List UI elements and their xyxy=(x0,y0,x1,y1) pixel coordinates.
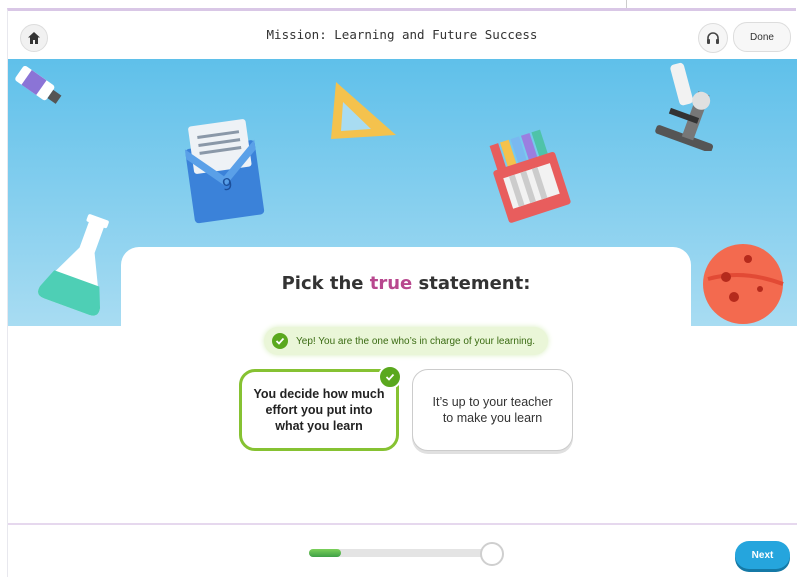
question-text: Pick the true statement: xyxy=(121,273,691,294)
question-card: Pick the true statement: xyxy=(121,247,691,337)
answer-option-text: It’s up to your teacher to make you lear… xyxy=(432,395,553,425)
answer-option-incorrect[interactable]: It’s up to your teacher to make you lear… xyxy=(412,369,573,451)
question-prefix: Pick the xyxy=(281,273,370,294)
crayon-box-illustration xyxy=(489,129,571,223)
envelope-letter-illustration: 9 xyxy=(184,119,265,224)
planet-illustration xyxy=(703,244,784,324)
content-area xyxy=(8,326,797,523)
progress-bar xyxy=(309,549,499,557)
feedback-banner: Yep! You are the one who’s in charge of … xyxy=(264,327,548,355)
selected-check-icon xyxy=(378,365,402,389)
question-suffix: statement: xyxy=(412,273,531,294)
check-icon xyxy=(272,333,288,349)
question-highlight: true xyxy=(369,273,413,294)
page-title: Mission: Learning and Future Success xyxy=(266,27,538,42)
headphones-icon xyxy=(707,32,719,44)
progress-end-marker xyxy=(480,542,504,566)
ruler-triangle-illustration xyxy=(331,82,396,139)
paint-tube-illustration xyxy=(15,66,62,104)
feedback-text: Yep! You are the one who’s in charge of … xyxy=(296,335,536,347)
answer-option-text: You decide how much effort you put into … xyxy=(253,387,385,433)
top-divider xyxy=(626,0,627,8)
header: Mission: Learning and Future Success Don… xyxy=(8,11,796,59)
lesson-frame: Mission: Learning and Future Success Don… xyxy=(7,8,797,577)
audio-button[interactable] xyxy=(698,23,728,53)
done-button[interactable]: Done xyxy=(733,22,791,52)
footer-divider xyxy=(8,523,797,525)
flask-illustration xyxy=(37,214,109,316)
answer-option-correct[interactable]: You decide how much effort you put into … xyxy=(239,365,402,451)
microscope-illustration xyxy=(655,62,714,151)
progress-fill xyxy=(309,549,342,557)
next-button[interactable]: Next xyxy=(735,541,790,569)
